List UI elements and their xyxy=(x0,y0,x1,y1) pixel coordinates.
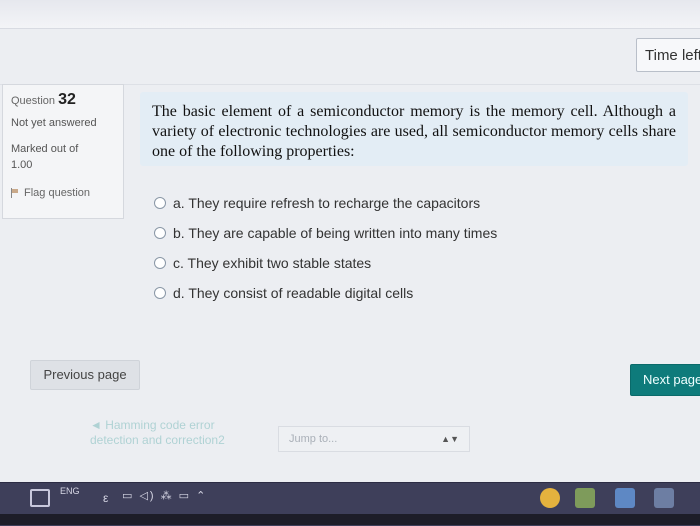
browser-top-strip xyxy=(0,0,700,29)
answer-label: d. They consist of readable digital cell… xyxy=(173,285,414,301)
jump-to-select[interactable]: Jump to... ▲▼ xyxy=(278,426,470,452)
app-icon[interactable] xyxy=(575,488,595,508)
question-prefix: Question xyxy=(11,95,56,107)
previous-activity-link[interactable]: ◄ Hamming code error detection and corre… xyxy=(90,418,250,448)
chrome-icon[interactable] xyxy=(540,488,560,508)
answer-option-d[interactable]: d. They consist of readable digital cell… xyxy=(154,278,654,308)
question-number-value: 32 xyxy=(58,91,76,108)
question-text: The basic element of a semiconductor mem… xyxy=(152,103,676,160)
answer-option-a[interactable]: a. They require refresh to recharge the … xyxy=(154,188,654,218)
radio-icon[interactable] xyxy=(154,197,166,209)
question-state: Not yet answered xyxy=(11,117,97,129)
flag-question-label: Flag question xyxy=(24,187,91,199)
radio-icon[interactable] xyxy=(154,227,166,239)
question-text-box: The basic element of a semiconductor mem… xyxy=(140,92,688,166)
language-indicator[interactable]: ENG xyxy=(60,486,80,497)
screen-bezel xyxy=(0,514,700,525)
time-left-label: Time left xyxy=(645,47,700,64)
question-number: Question 32 xyxy=(11,91,117,109)
question-info-panel: Question 32 Not yet answered Marked out … xyxy=(2,84,124,219)
answer-options: a. They require refresh to recharge the … xyxy=(154,188,654,308)
app-icon[interactable] xyxy=(615,488,635,508)
grade-info: Marked out of 1.00 xyxy=(11,141,117,173)
windows-start-icon[interactable] xyxy=(30,489,50,507)
store-icon[interactable] xyxy=(654,488,674,508)
jump-to-placeholder: Jump to... xyxy=(289,433,338,445)
answer-label: b. They are capable of being written int… xyxy=(173,225,498,241)
radio-icon[interactable] xyxy=(154,287,166,299)
grade-value: 1.00 xyxy=(11,159,33,171)
time-left-box: Time left xyxy=(636,38,700,72)
previous-page-button[interactable]: Previous page xyxy=(30,360,140,390)
answer-label: a. They require refresh to recharge the … xyxy=(173,195,481,211)
answer-label: c. They exhibit two stable states xyxy=(173,255,372,271)
flag-question-link[interactable]: Flag question xyxy=(11,187,117,199)
next-page-button[interactable]: Next page xyxy=(630,364,700,396)
answer-option-c[interactable]: c. They exhibit two stable states xyxy=(154,248,654,278)
answer-option-b[interactable]: b. They are capable of being written int… xyxy=(154,218,654,248)
notification-icon[interactable]: ε xyxy=(103,491,108,505)
flag-icon xyxy=(11,188,20,198)
system-tray[interactable]: ▭ ◁) ⁂ ▭ ⌃ xyxy=(122,489,207,502)
radio-icon[interactable] xyxy=(154,257,166,269)
chevron-updown-icon: ▲▼ xyxy=(441,434,459,444)
grade-label: Marked out of xyxy=(11,143,79,155)
